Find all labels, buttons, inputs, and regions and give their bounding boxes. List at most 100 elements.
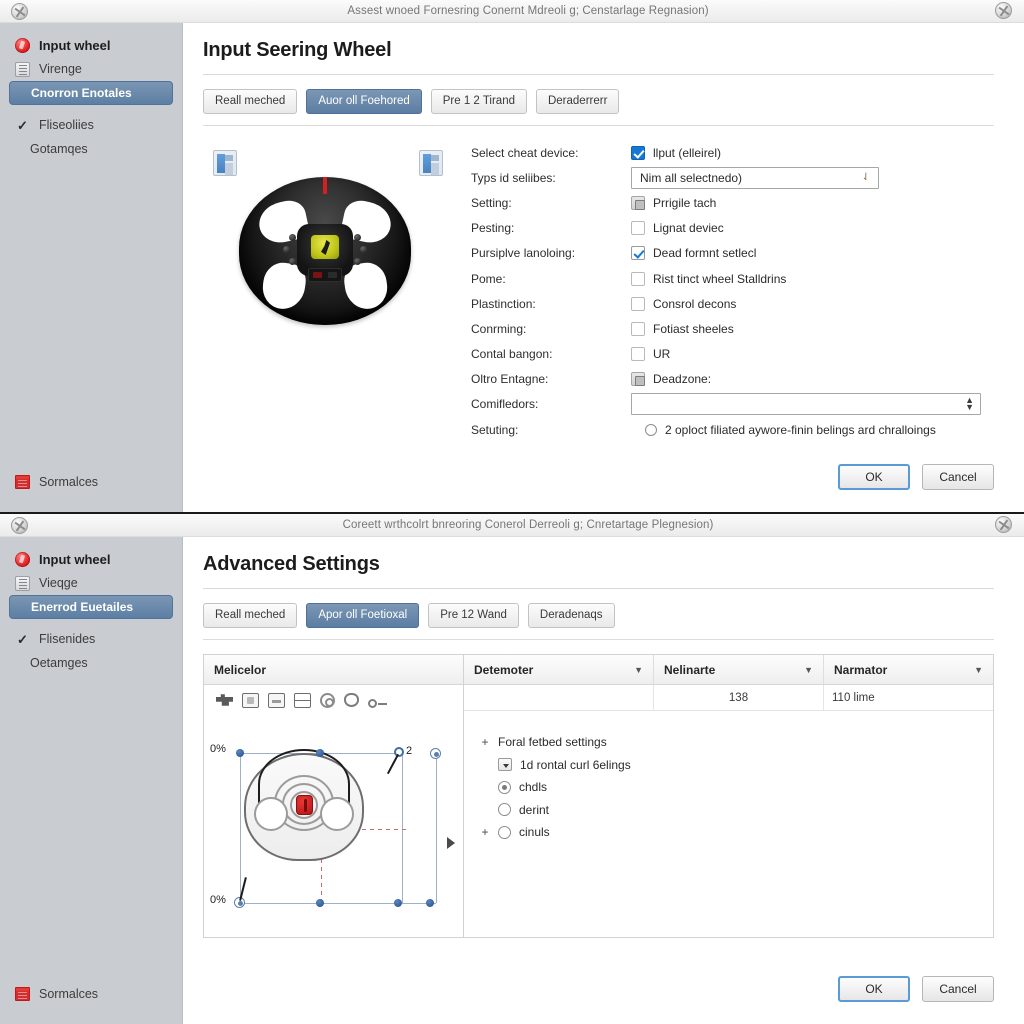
split-pane-icon[interactable] [294,692,311,708]
iconbox-setting[interactable] [631,195,645,210]
close-icon[interactable] [990,2,1016,19]
checkbox-pesting[interactable] [631,221,645,236]
checkbox-label: Consrol decons [653,296,737,311]
resize-handle[interactable] [394,899,402,907]
lock-icon[interactable] [242,692,259,708]
control-label: Deadzone: [653,372,712,387]
sidebar-item-selected[interactable]: Enerrod Euetailes [9,595,173,619]
sidebar-item-selected[interactable]: Cnorron Enotales [9,81,173,105]
radio-derint[interactable] [498,803,511,817]
expander-icon[interactable]: + [480,825,490,839]
radio-setuting[interactable] [645,423,657,436]
field-label: Select cheat device: [471,145,579,160]
resize-handle[interactable] [426,899,434,907]
sidebar-item-label: Cnorron Enotales [31,86,132,100]
editor-toolbar [204,685,463,711]
tab-deradenaqs[interactable]: Deradenaqs [527,603,615,628]
sidebar-item-label: Input wheel [39,551,111,567]
checkbox-conrming[interactable] [631,321,645,336]
spinner-arrows-icon[interactable]: ▲ ▼ [965,396,974,412]
chevron-down-icon[interactable]: ▼ [974,665,983,675]
cancel-button[interactable]: Cancel [922,976,994,1002]
column-header-detemoter[interactable]: Detemoter ▼ [464,655,654,684]
sidebar-item-input-wheel[interactable]: Input wheel [9,33,173,57]
resize-handle[interactable] [236,749,244,757]
field-label: Pesting: [471,221,515,236]
sidebar-item-gotamqes[interactable]: Gotamqes [9,137,173,161]
gear-icon[interactable] [320,692,335,708]
sidebar-item-sormalces[interactable]: Sormalces [9,470,173,494]
column-header-nelinarte[interactable]: Nelinarte ▼ [654,655,824,684]
checkbox-pursiplve-lanoloing[interactable] [631,246,645,261]
tab-deraderrerr[interactable]: Deraderrerr [535,89,620,114]
tab-reall-meched[interactable]: Reall meched [203,89,298,114]
dropdown-icon[interactable] [498,758,512,772]
content-bottom: Advanced Settings Reall meched Apor oll … [183,537,1024,1024]
equals-icon[interactable] [268,692,285,708]
chevron-down-icon[interactable]: ▼ [804,665,813,675]
image-thumbnail-icon[interactable] [213,150,237,176]
checkbox-label: llput (elleirel) [653,145,722,160]
anchor-handle[interactable] [430,748,441,759]
handle-label: 2 [406,745,413,757]
iconbox-deadzone[interactable] [631,372,645,387]
sidebar-item-flisenides[interactable]: ✓ Flisenides [9,627,173,651]
field-label: Contal bangon: [471,347,553,362]
sidebar-item-virenge[interactable]: Virenge [9,57,173,81]
canvas-label-bottom-left: 0% [210,894,226,906]
tab-pre-wand[interactable]: Pre 12 Wand [428,603,519,628]
puzzle-icon[interactable] [216,694,233,706]
checkbox-plastinction[interactable] [631,296,645,311]
spinbox-comifledors[interactable]: ▲ ▼ [631,393,981,416]
app-icon [6,516,32,534]
key-icon[interactable] [368,698,387,708]
tree-node[interactable]: derint [480,799,993,822]
form-row: Plastinction: Consrol decons [471,291,994,316]
checkbox-pome[interactable] [631,271,645,286]
control-label: Prrigile tach [653,195,717,210]
sidebar-item-oetamges[interactable]: Oetamges [9,651,173,675]
sidebar-item-fliseoliies[interactable]: ✓ Fliseoliies [9,113,173,137]
checkbox-contal-bangon[interactable] [631,347,645,362]
chevron-down-icon[interactable]: ▼ [634,665,643,675]
ok-button[interactable]: OK [838,976,910,1002]
canvas-label-top-left: 0% [210,743,226,755]
expander-icon[interactable]: + [480,735,490,749]
tab-bar-top: Reall meched Auor oll Foehored Pre 1 2 T… [203,89,994,114]
tab-reall-meched[interactable]: Reall meched [203,603,298,628]
expand-arrow-icon[interactable] [447,837,455,849]
checkbox-select-cheat-device[interactable] [631,145,645,160]
tree-node[interactable]: + Foral fetbed settings [480,731,993,754]
table-row[interactable]: 138 110 lime [464,685,993,711]
hand-icon[interactable] [344,693,359,707]
tree-node-label: 1d rontal curl 6elings [520,757,631,772]
close-icon[interactable] [990,516,1016,533]
radio-chdls[interactable] [498,780,511,794]
sidebar-item-label: Oetamges [30,656,88,670]
checkbox-label: Dead formnt setlecl [653,246,757,261]
textbox-typs-id-seliibes[interactable]: Nim all selectnedo) ⇃ [631,166,879,189]
document-thumbnail-icon[interactable] [419,150,443,176]
page-title: Input Seering Wheel [203,39,392,61]
ok-button[interactable]: OK [838,464,910,490]
tab-bar-bottom: Reall meched Apor oll Foetioxal Pre 12 W… [203,603,994,628]
column-label: Narmator [834,662,888,677]
tab-pre-tirand[interactable]: Pre 1 2 Tirand [430,89,527,114]
radio-cinuls[interactable] [498,825,511,839]
resize-handle[interactable] [316,899,324,907]
wheel-canvas[interactable]: 0% 0% 2 [204,711,463,937]
tree-node[interactable]: 1d rontal curl 6elings [480,754,993,777]
resize-handle[interactable] [316,749,324,757]
tree-node[interactable]: + cinuls [480,821,993,844]
sidebar-item-vieqge[interactable]: Vieqge [9,571,173,595]
tab-apor-oll[interactable]: Apor oll Foetioxal [306,603,420,628]
tree-node[interactable]: chdls [480,776,993,799]
tab-auor-oll[interactable]: Auor oll Foehored [306,89,422,114]
sidebar-item-input-wheel[interactable]: Input wheel [9,547,173,571]
checkbox-label: Fotiast sheeles [653,321,734,336]
field-label: Pursiplve lanoloing: [471,246,576,261]
form-row: Select cheat device: llput (elleirel) [471,140,994,165]
sidebar-item-sormalces[interactable]: Sormalces [9,982,173,1006]
column-header-narmator[interactable]: Narmator ▼ [824,655,993,684]
cancel-button[interactable]: Cancel [922,464,994,490]
